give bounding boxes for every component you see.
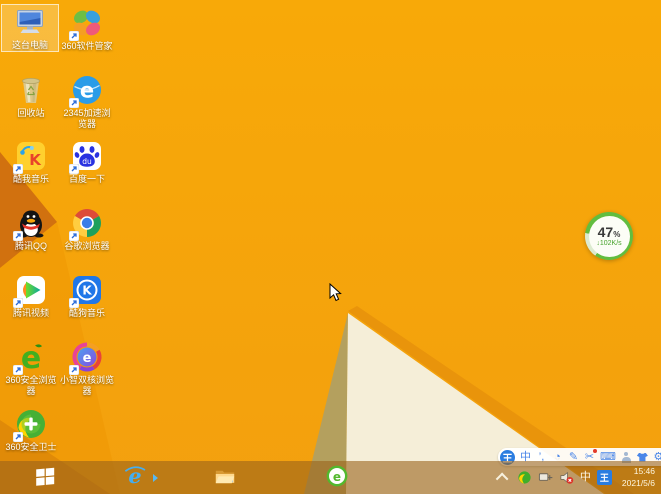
desktop-icon-kugou[interactable]: K 酷狗音乐 bbox=[59, 273, 115, 319]
desktop-icon-qq[interactable]: 腾讯QQ bbox=[3, 206, 59, 252]
desktop-icon-recycle[interactable]: 回收站 bbox=[3, 73, 59, 119]
file-explorer-button[interactable] bbox=[210, 465, 240, 491]
svg-text:e: e bbox=[83, 351, 92, 366]
clock-time: 15:46 bbox=[622, 466, 655, 477]
internet-explorer-icon: e bbox=[123, 464, 147, 493]
desktop-icon-sw360[interactable]: 360软件管家 bbox=[59, 6, 115, 52]
speed-ball-widget[interactable]: 47% ↓102K/s bbox=[585, 212, 633, 260]
folder-icon bbox=[213, 464, 237, 493]
start-button[interactable] bbox=[30, 465, 60, 491]
icon-label: 小智双核浏览器 bbox=[59, 375, 115, 397]
clock-date: 2021/5/6 bbox=[622, 478, 655, 489]
desktop-icon-chrome[interactable]: 谷歌浏览器 bbox=[59, 206, 115, 252]
icon-label: 2345加速浏览器 bbox=[59, 108, 115, 130]
desktop: 这台电脑360软件管家回收站 e 2345加速浏览器 K 酷我音乐 du 百度一下腾讯QQ谷… bbox=[0, 0, 661, 494]
icon-label: 谷歌浏览器 bbox=[59, 241, 115, 252]
shortcut-arrow-icon bbox=[69, 298, 79, 308]
se360-icon: e bbox=[14, 340, 48, 374]
icon-label: 360软件管家 bbox=[59, 41, 115, 52]
icon-label: 酷我音乐 bbox=[3, 174, 59, 185]
shortcut-arrow-icon bbox=[13, 298, 23, 308]
svg-text:K: K bbox=[29, 151, 42, 169]
desktop-icon-tv[interactable]: 腾讯视频 bbox=[3, 273, 59, 319]
ie-flyout-arrow-icon bbox=[153, 474, 158, 482]
shortcut-arrow-icon bbox=[69, 231, 79, 241]
shortcut-arrow-icon bbox=[13, 432, 23, 442]
kugou-icon: K bbox=[70, 273, 104, 307]
chevron-up-icon bbox=[496, 473, 509, 486]
desktop-icon-se360[interactable]: e360安全浏览器 bbox=[3, 340, 59, 397]
360-browser-button[interactable]: e bbox=[322, 465, 352, 491]
desktop-icon-e2345[interactable]: e 2345加速浏览器 bbox=[59, 73, 115, 130]
shortcut-arrow-icon bbox=[69, 31, 79, 41]
icon-label: 这台电脑 bbox=[2, 40, 58, 51]
icon-label: 回收站 bbox=[3, 108, 59, 119]
internet-explorer-button[interactable]: e bbox=[120, 465, 150, 491]
icon-label: 腾讯QQ bbox=[3, 241, 59, 252]
svg-text:e: e bbox=[333, 469, 341, 483]
download-speed: ↓102K/s bbox=[596, 240, 621, 247]
icon-label: 百度一下 bbox=[59, 174, 115, 185]
volume-muted-icon[interactable] bbox=[559, 470, 574, 485]
svg-text:K: K bbox=[82, 284, 92, 298]
icon-label: 腾讯视频 bbox=[3, 308, 59, 319]
qq-icon bbox=[14, 206, 48, 240]
wubi-ime-tray-icon[interactable]: 王 bbox=[597, 470, 612, 485]
shortcut-arrow-icon bbox=[13, 231, 23, 241]
desktop-icon-baidu[interactable]: du 百度一下 bbox=[59, 139, 115, 185]
icon-label: 360安全浏览器 bbox=[3, 375, 59, 397]
ws360-icon bbox=[14, 407, 48, 441]
xiaozhi-icon: e bbox=[70, 340, 104, 374]
desktop-icon-kuwo[interactable]: K 酷我音乐 bbox=[3, 139, 59, 185]
input-language-indicator[interactable]: 中 bbox=[580, 472, 591, 483]
system-tray: 中 王 15:46 2021/5/6 bbox=[496, 461, 659, 494]
chrome-icon bbox=[70, 206, 104, 240]
tray-360-safety-icon[interactable] bbox=[517, 470, 532, 485]
desktop-icon-thispc[interactable]: 这台电脑 bbox=[1, 4, 59, 52]
shortcut-arrow-icon bbox=[69, 365, 79, 375]
memory-percent: 47% bbox=[598, 225, 621, 239]
recycle-icon bbox=[14, 73, 48, 107]
shortcut-arrow-icon bbox=[69, 98, 79, 108]
show-hidden-icons-button[interactable] bbox=[496, 470, 511, 485]
sw360-icon bbox=[70, 6, 104, 40]
kuwo-icon: K bbox=[14, 139, 48, 173]
icon-label: 360安全卫士 bbox=[3, 442, 59, 453]
shortcut-arrow-icon bbox=[13, 164, 23, 174]
icon-label: 酷狗音乐 bbox=[59, 308, 115, 319]
shortcut-arrow-icon bbox=[13, 365, 23, 375]
svg-text:du: du bbox=[82, 157, 92, 166]
desktop-icon-ws360[interactable]: 360安全卫士 bbox=[3, 407, 59, 453]
svg-text:e: e bbox=[80, 79, 94, 103]
mouse-cursor bbox=[329, 283, 342, 302]
desktop-icon-xiaozhi[interactable]: e 小智双核浏览器 bbox=[59, 340, 115, 397]
e2345-icon: e bbox=[70, 73, 104, 107]
taskbar: e e bbox=[0, 461, 661, 494]
shortcut-arrow-icon bbox=[69, 164, 79, 174]
360-browser-icon: e bbox=[325, 464, 349, 493]
speed-ball-inner: 47% ↓102K/s bbox=[589, 216, 630, 257]
windows-logo-icon bbox=[33, 464, 57, 493]
network-status-icon[interactable] bbox=[538, 470, 553, 485]
baidu-icon: du bbox=[70, 139, 104, 173]
thispc-icon bbox=[13, 5, 47, 39]
taskbar-clock[interactable]: 15:46 2021/5/6 bbox=[622, 466, 655, 489]
tv-icon bbox=[14, 273, 48, 307]
